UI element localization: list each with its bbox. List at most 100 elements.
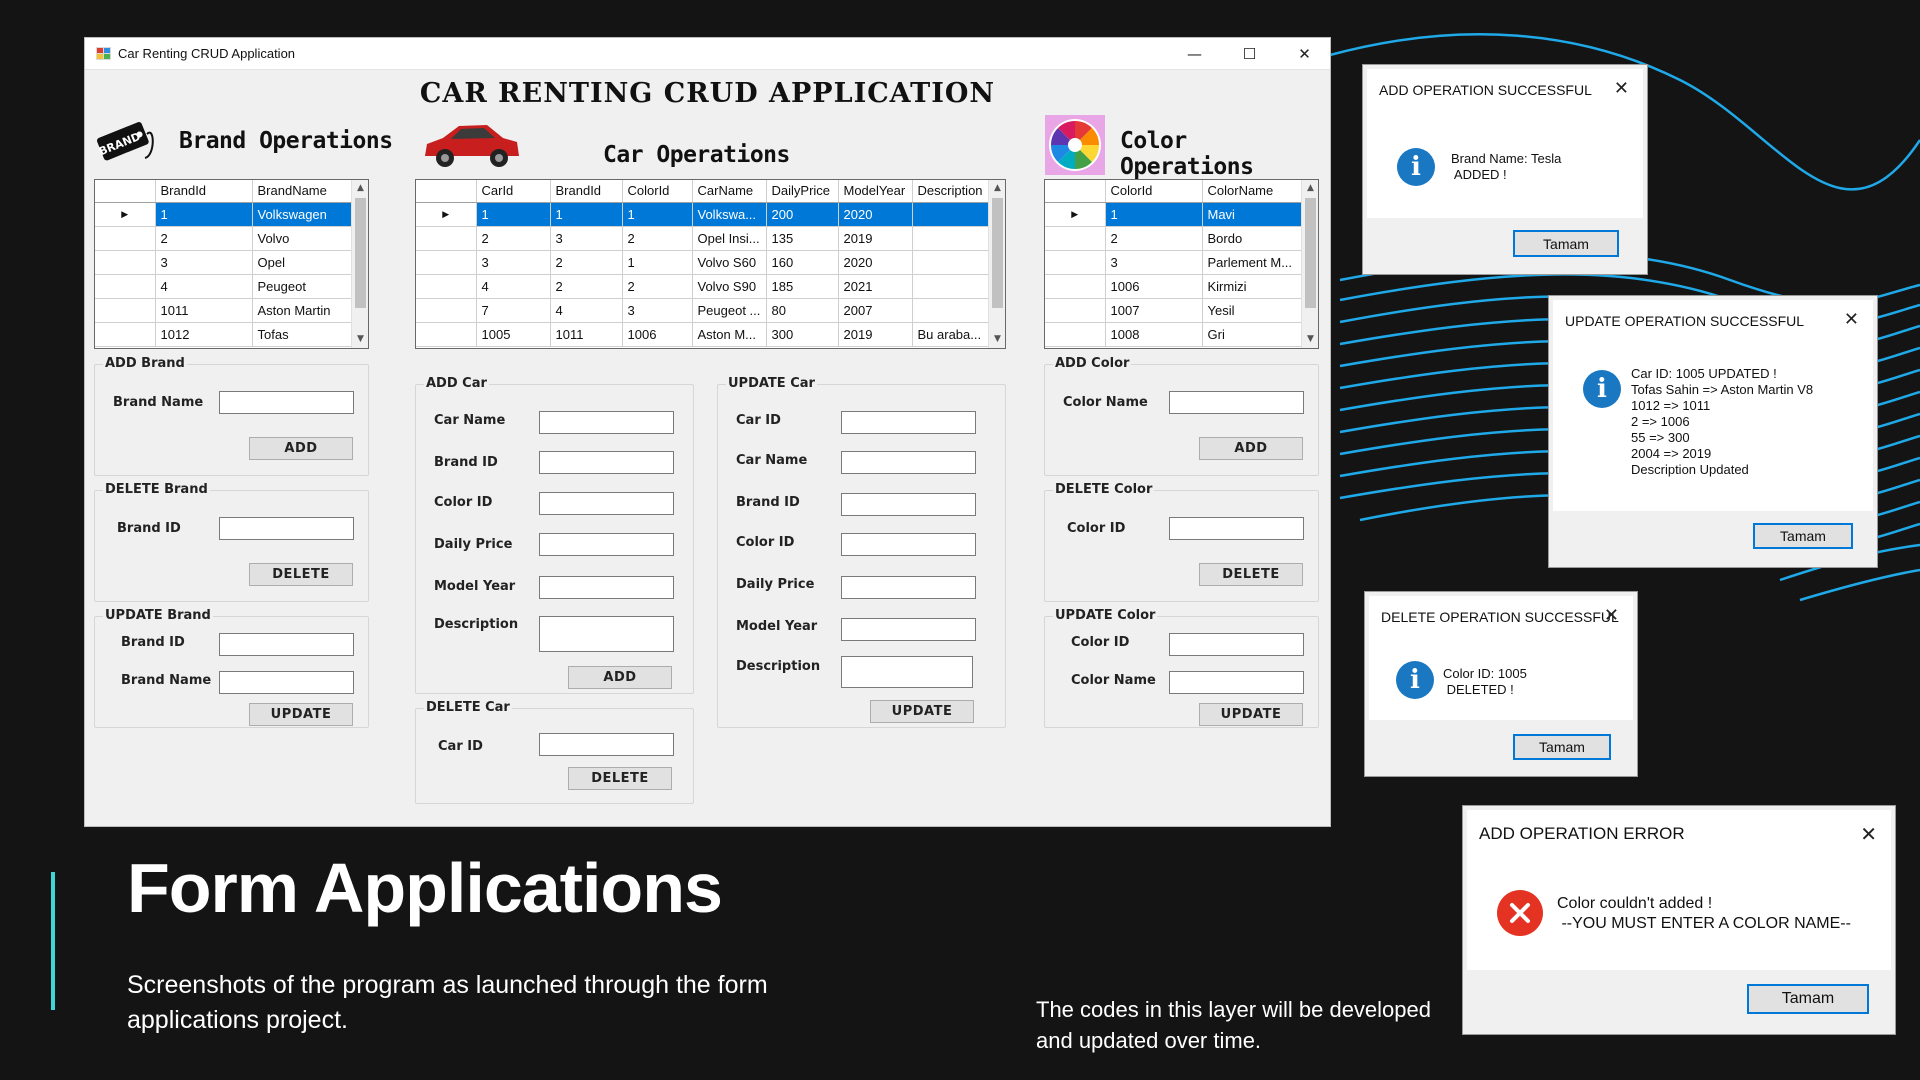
table-cell[interactable]: 200 bbox=[766, 202, 839, 227]
table-row[interactable]: 1012 Tofas bbox=[95, 322, 354, 347]
table-cell[interactable]: 4 bbox=[550, 298, 623, 323]
table-cell[interactable]: Bu araba... bbox=[912, 322, 991, 347]
table-cell[interactable]: 4 bbox=[476, 274, 551, 299]
update-color-button[interactable]: UPDATE bbox=[1199, 703, 1303, 726]
table-row[interactable]: 3 Opel bbox=[95, 250, 354, 275]
delete-car-button[interactable]: DELETE bbox=[568, 767, 672, 790]
color-id-input[interactable] bbox=[1169, 517, 1304, 540]
table-cell[interactable]: 80 bbox=[766, 298, 839, 323]
car-col-header[interactable]: DailyPrice bbox=[766, 180, 839, 203]
table-cell[interactable]: 1006 bbox=[1105, 274, 1203, 299]
scroll-thumb[interactable] bbox=[1305, 198, 1316, 308]
scroll-down-icon[interactable]: ▼ bbox=[1302, 331, 1318, 348]
table-cell[interactable] bbox=[912, 298, 991, 323]
color-id-input[interactable] bbox=[841, 533, 976, 556]
delete-color-button[interactable]: DELETE bbox=[1199, 563, 1303, 586]
table-cell[interactable]: 2 bbox=[622, 274, 693, 299]
table-cell[interactable]: 2020 bbox=[838, 250, 913, 275]
table-cell[interactable]: 2 bbox=[476, 226, 551, 251]
table-cell[interactable]: 1 bbox=[622, 250, 693, 275]
add-brand-button[interactable]: ADD bbox=[249, 437, 353, 460]
table-cell[interactable]: 3 bbox=[622, 298, 693, 323]
table-cell[interactable]: Gri bbox=[1202, 322, 1304, 347]
car-col-header[interactable]: BrandId bbox=[550, 180, 623, 203]
table-cell[interactable]: 2 bbox=[622, 226, 693, 251]
table-row[interactable]: 1007 Yesil bbox=[1045, 298, 1304, 323]
table-row[interactable]: 2 Bordo bbox=[1045, 226, 1304, 251]
scroll-down-icon[interactable]: ▼ bbox=[352, 331, 368, 348]
table-cell[interactable]: 3 bbox=[1105, 250, 1203, 275]
description-input[interactable] bbox=[539, 616, 674, 652]
table-cell[interactable]: 4 bbox=[155, 274, 253, 299]
table-row[interactable]: 2 Volvo bbox=[95, 226, 354, 251]
scroll-thumb[interactable] bbox=[992, 198, 1003, 308]
table-cell[interactable]: 2019 bbox=[838, 322, 913, 347]
table-cell[interactable]: 3 bbox=[155, 250, 253, 275]
color-grid[interactable]: ColorId ColorName ▶ 1 Mavi 2 Bordo 3 Parleme… bbox=[1044, 179, 1319, 349]
table-cell[interactable]: 1011 bbox=[155, 298, 253, 323]
update-brand-button[interactable]: UPDATE bbox=[249, 703, 353, 726]
brand-id-input[interactable] bbox=[219, 633, 354, 656]
brand-col-header[interactable]: BrandId bbox=[155, 180, 253, 203]
table-cell[interactable]: Kirmizi bbox=[1202, 274, 1304, 299]
table-cell[interactable]: Aston M... bbox=[692, 322, 767, 347]
car-col-header[interactable]: CarName bbox=[692, 180, 767, 203]
color-col-header[interactable]: ColorName bbox=[1202, 180, 1304, 203]
table-cell[interactable]: Peugeot ... bbox=[692, 298, 767, 323]
add-color-button[interactable]: ADD bbox=[1199, 437, 1303, 460]
daily-price-input[interactable] bbox=[841, 576, 976, 599]
table-row[interactable]: 1008 Gri bbox=[1045, 322, 1304, 347]
delete-brand-button[interactable]: DELETE bbox=[249, 563, 353, 586]
table-cell[interactable]: Opel Insi... bbox=[692, 226, 767, 251]
table-cell[interactable]: Aston Martin bbox=[252, 298, 354, 323]
table-cell[interactable] bbox=[912, 202, 991, 227]
brand-id-input[interactable] bbox=[539, 451, 674, 474]
table-cell[interactable]: Parlement M... bbox=[1202, 250, 1304, 275]
table-row[interactable]: 1005 1011 1006 Aston M... 300 2019 Bu araba... bbox=[416, 322, 991, 347]
close-icon[interactable]: ✕ bbox=[1844, 309, 1859, 330]
car-col-header[interactable]: CarId bbox=[476, 180, 551, 203]
table-cell[interactable]: 1005 bbox=[476, 322, 551, 347]
scroll-up-icon[interactable]: ▲ bbox=[352, 180, 368, 197]
table-cell[interactable]: Yesil bbox=[1202, 298, 1304, 323]
scroll-thumb[interactable] bbox=[355, 198, 366, 308]
color-grid-scrollbar[interactable]: ▲ ▼ bbox=[1301, 180, 1318, 348]
table-cell[interactable]: 1011 bbox=[550, 322, 623, 347]
table-cell[interactable]: Volvo bbox=[252, 226, 354, 251]
table-cell[interactable]: 300 bbox=[766, 322, 839, 347]
scroll-up-icon[interactable]: ▲ bbox=[1302, 180, 1318, 197]
table-cell[interactable]: 1 bbox=[1105, 202, 1203, 227]
table-row[interactable]: 2 3 2 Opel Insi... 135 2019 bbox=[416, 226, 991, 251]
table-cell[interactable]: 185 bbox=[766, 274, 839, 299]
scroll-up-icon[interactable]: ▲ bbox=[989, 180, 1005, 197]
ok-button[interactable]: Tamam bbox=[1753, 523, 1853, 549]
table-cell[interactable]: 160 bbox=[766, 250, 839, 275]
table-cell[interactable]: 2021 bbox=[838, 274, 913, 299]
table-cell[interactable]: 1 bbox=[622, 202, 693, 227]
close-icon[interactable]: ✕ bbox=[1614, 78, 1629, 99]
table-cell[interactable]: 2020 bbox=[838, 202, 913, 227]
table-cell[interactable]: Volvo S90 bbox=[692, 274, 767, 299]
car-name-input[interactable] bbox=[539, 411, 674, 434]
table-row[interactable]: ▶ 1 Mavi bbox=[1045, 202, 1304, 227]
brand-grid[interactable]: BrandId BrandName ▶ 1 Volkswagen 2 Volvo 3O… bbox=[94, 179, 369, 349]
table-row[interactable]: 4 2 2 Volvo S90 185 2021 bbox=[416, 274, 991, 299]
color-name-input[interactable] bbox=[1169, 391, 1304, 414]
table-cell[interactable]: 1012 bbox=[155, 322, 253, 347]
model-year-input[interactable] bbox=[841, 618, 976, 641]
table-cell[interactable]: Peugeot bbox=[252, 274, 354, 299]
color-id-input[interactable] bbox=[539, 492, 674, 515]
brand-id-input[interactable] bbox=[219, 517, 354, 540]
table-row[interactable]: 7 4 3 Peugeot ... 80 2007 bbox=[416, 298, 991, 323]
brand-name-input[interactable] bbox=[219, 671, 354, 694]
table-cell[interactable]: Tofas bbox=[252, 322, 354, 347]
table-cell[interactable]: 2 bbox=[550, 250, 623, 275]
table-row[interactable]: 3 2 1 Volvo S60 160 2020 bbox=[416, 250, 991, 275]
description-input[interactable] bbox=[841, 656, 973, 688]
table-cell[interactable]: 3 bbox=[550, 226, 623, 251]
table-cell[interactable]: Opel bbox=[252, 250, 354, 275]
color-col-header[interactable]: ColorId bbox=[1105, 180, 1203, 203]
brand-col-header[interactable]: BrandName bbox=[252, 180, 354, 203]
table-row[interactable]: 3 Parlement M... bbox=[1045, 250, 1304, 275]
table-cell[interactable]: 2019 bbox=[838, 226, 913, 251]
